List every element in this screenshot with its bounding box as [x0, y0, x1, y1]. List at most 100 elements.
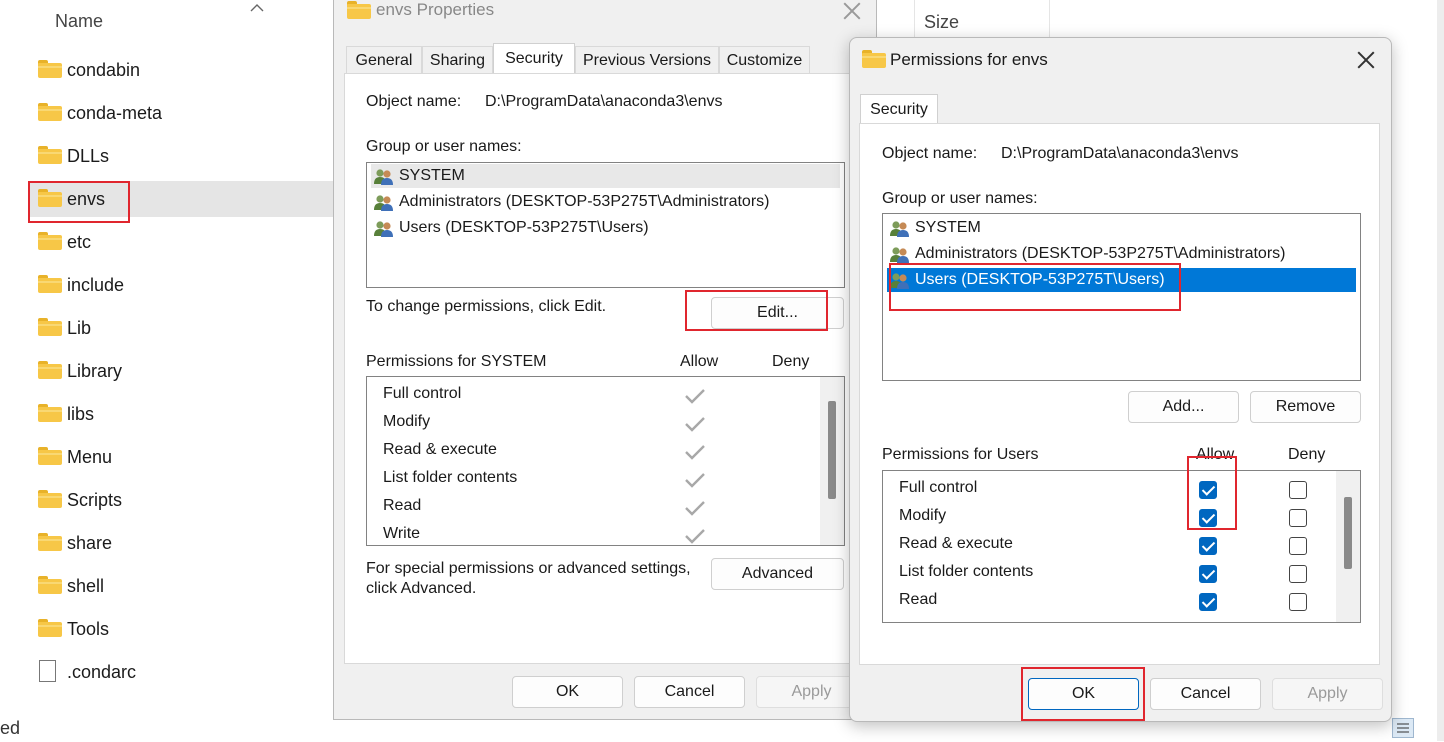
item-label: include	[67, 275, 125, 295]
close-icon[interactable]	[1356, 50, 1376, 70]
folder-icon	[38, 232, 62, 250]
deny-checkbox[interactable]	[1289, 537, 1307, 555]
ok-button[interactable]: OK	[512, 676, 623, 708]
deny-checkbox[interactable]	[1289, 565, 1307, 583]
permission-name: Modify	[383, 413, 431, 430]
sort-chevron-icon[interactable]	[250, 0, 264, 12]
item-label: share	[67, 533, 113, 553]
deny-checkbox[interactable]	[1289, 481, 1307, 499]
permission-name: List folder contents	[899, 563, 1034, 580]
user-list-item[interactable]: SYSTEM	[887, 216, 1356, 240]
add-button[interactable]: Add...	[1128, 391, 1239, 423]
envs-properties-dialog: envs Properties General Sharing Security Pr…	[333, 0, 877, 720]
list-item[interactable]: include	[28, 267, 338, 303]
dialog-title: envs Properties	[376, 0, 495, 19]
remove-button[interactable]: Remove	[1250, 391, 1361, 423]
permission-name: Read	[899, 591, 938, 608]
folder-icon	[38, 275, 62, 293]
deny-column-header: Deny	[772, 353, 810, 370]
allow-check-icon	[684, 387, 706, 405]
cancel-button[interactable]: Cancel	[1150, 678, 1261, 710]
deny-checkbox[interactable]	[1289, 509, 1307, 527]
allow-checkbox[interactable]	[1199, 537, 1217, 555]
list-item[interactable]: share	[28, 525, 338, 561]
object-name-value: D:\ProgramData\anaconda3\envs	[485, 93, 723, 110]
list-item[interactable]: Library	[28, 353, 338, 389]
item-label: condabin	[67, 60, 141, 80]
deny-column-header: Deny	[1288, 446, 1326, 463]
list-item[interactable]: shell	[28, 568, 338, 604]
advanced-button[interactable]: Advanced	[711, 558, 844, 590]
list-item[interactable]: Tools	[28, 611, 338, 647]
list-item[interactable]: libs	[28, 396, 338, 432]
group-user-list[interactable]: SYSTEM Administrators (DESKTOP-53P275T\Ad…	[366, 162, 845, 288]
list-item[interactable]: condabin	[28, 52, 338, 88]
scrollbar[interactable]	[1336, 471, 1360, 622]
list-item[interactable]: conda-meta	[28, 95, 338, 131]
tab-strip: General Sharing Security Previous Versions C…	[346, 43, 866, 74]
allow-checkbox[interactable]	[1199, 593, 1217, 611]
list-item[interactable]: Scripts	[28, 482, 338, 518]
folder-icon	[38, 404, 62, 422]
tab-security[interactable]: Security	[860, 94, 938, 124]
user-name: Administrators (DESKTOP-53P275T\Administ…	[915, 245, 1286, 262]
allow-check-icon	[684, 499, 706, 517]
item-label: Tools	[67, 619, 110, 639]
permission-name: Read	[383, 497, 422, 514]
user-group-icon	[889, 246, 911, 264]
object-name-label: Object name:	[882, 145, 978, 162]
user-name: SYSTEM	[399, 167, 465, 184]
permissions-list: Full control Modify Read & execute List fol…	[882, 470, 1361, 623]
item-label: conda-meta	[67, 103, 163, 123]
tab-previous-versions[interactable]: Previous Versions	[575, 46, 719, 73]
list-item[interactable]: Menu	[28, 439, 338, 475]
tab-sharing[interactable]: Sharing	[422, 46, 493, 73]
scrollbar-thumb[interactable]	[1344, 497, 1352, 569]
user-name: Users (DESKTOP-53P275T\Users)	[399, 219, 649, 236]
item-label: DLLs	[67, 146, 110, 166]
apply-button[interactable]: Apply	[1272, 678, 1383, 710]
permissions-dialog: Permissions for envs Security Object nam…	[849, 37, 1392, 722]
allow-checkbox-highlight-box	[1187, 456, 1237, 530]
item-label: shell	[67, 576, 105, 596]
tab-customize[interactable]: Customize	[719, 46, 810, 73]
permission-name: List folder contents	[383, 469, 518, 486]
scrollbar-thumb[interactable]	[828, 401, 836, 499]
special-permissions-hint: For special permissions or advanced sett…	[366, 560, 691, 577]
item-label: libs	[67, 404, 95, 424]
tab-security[interactable]: Security	[493, 43, 575, 73]
folder-icon	[38, 533, 62, 551]
status-bar-text: ed	[0, 718, 21, 738]
cancel-button[interactable]: Cancel	[634, 676, 745, 708]
user-list-item[interactable]: SYSTEM	[371, 164, 840, 188]
ok-highlight-box	[1021, 667, 1145, 721]
security-tab-panel: Object name: D:\ProgramData\anaconda3\en…	[859, 123, 1380, 665]
list-item[interactable]: etc	[28, 224, 338, 260]
folder-icon	[38, 619, 62, 637]
user-list-item[interactable]: Users (DESKTOP-53P275T\Users)	[371, 216, 840, 240]
users-highlight-box	[889, 263, 1181, 311]
close-icon[interactable]	[842, 1, 862, 21]
group-names-label: Group or user names:	[882, 190, 1038, 207]
name-column-header[interactable]: Name	[55, 11, 103, 32]
click-advanced-hint: click Advanced.	[366, 580, 477, 597]
permission-name: Write	[383, 525, 421, 542]
allow-checkbox[interactable]	[1199, 565, 1217, 583]
user-list-item[interactable]: Administrators (DESKTOP-53P275T\Administ…	[371, 190, 840, 214]
folder-icon	[38, 103, 62, 121]
tab-general[interactable]: General	[346, 46, 422, 73]
size-column-header[interactable]: Size	[924, 12, 959, 33]
deny-checkbox[interactable]	[1289, 593, 1307, 611]
file-icon	[39, 660, 56, 682]
list-item[interactable]: Lib	[28, 310, 338, 346]
permission-name: Read & execute	[899, 535, 1013, 552]
folder-icon	[38, 318, 62, 336]
window-right-edge	[1437, 0, 1444, 741]
list-item[interactable]: DLLs	[28, 138, 338, 174]
view-toggle-icon[interactable]	[1392, 718, 1414, 738]
group-names-label: Group or user names:	[366, 138, 522, 155]
object-name-value: D:\ProgramData\anaconda3\envs	[1001, 145, 1239, 162]
list-item[interactable]: .condarc	[28, 654, 338, 690]
folder-icon	[38, 60, 62, 78]
scrollbar[interactable]	[820, 377, 844, 545]
